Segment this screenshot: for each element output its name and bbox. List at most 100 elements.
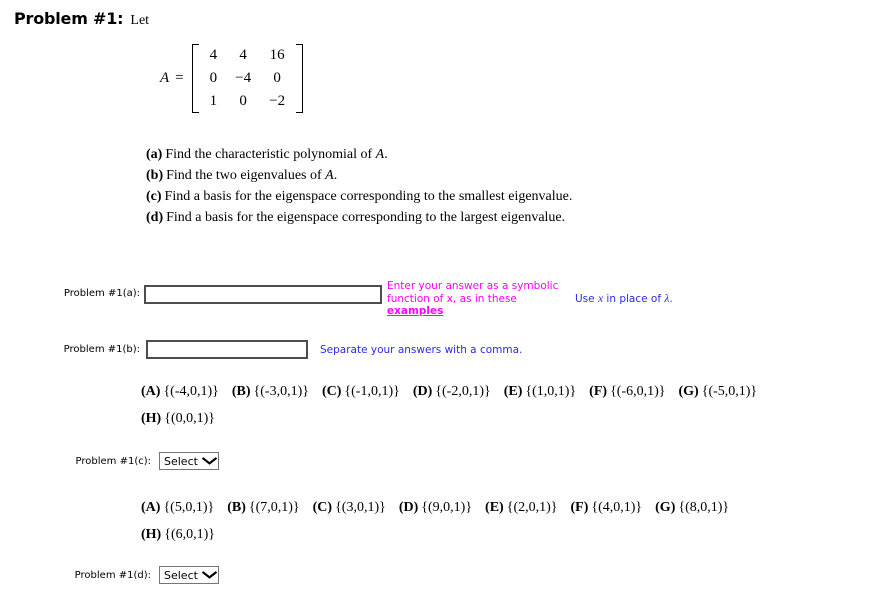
- choice-value: {(3,0,1)}: [335, 500, 386, 515]
- subquestion-text-end: .: [384, 147, 388, 162]
- choice-option-c-h[interactable]: (H) {(0,0,1)}: [141, 405, 215, 432]
- choice-option-c-d[interactable]: (D) {(-2,0,1)}: [413, 378, 491, 405]
- subquestion-d: (d) Find a basis for the eigenspace corre…: [146, 207, 572, 228]
- choice-option-d-d[interactable]: (D) {(9,0,1)}: [399, 494, 472, 521]
- choice-option-c-c[interactable]: (C) {(-1,0,1)}: [322, 378, 400, 405]
- choice-option-d-a[interactable]: (A) {(5,0,1)}: [141, 494, 214, 521]
- choices-row: (A) {(-4,0,1)} (B) {(-3,0,1)} (C) {(-1,0,1)}(…: [141, 378, 871, 405]
- choices-block-d: (A) {(5,0,1)} (B) {(7,0,1)} (C) {(3,0,1)} (D){…: [141, 494, 871, 548]
- choice-option-d-e[interactable]: (E) {(2,0,1)}: [485, 494, 557, 521]
- matrix-cell: 4: [209, 47, 218, 63]
- choice-value: {(0,0,1)}: [164, 411, 215, 426]
- choice-key: (C): [321, 384, 342, 399]
- chevron-down-icon: [202, 571, 217, 579]
- choice-key: (G): [655, 500, 676, 515]
- answer-select-d[interactable]: Select: [159, 566, 219, 584]
- choice-key: (F): [589, 384, 608, 399]
- matrix-body: 4 4 16 0 −4 0 1 0 −2: [191, 44, 304, 113]
- subquestion-c: (c) Find a basis for the eigenspace corre…: [146, 186, 572, 207]
- answer-label-b: Problem #1(b):: [63, 344, 140, 355]
- hint-line-2: function of x, as in these: [387, 292, 517, 305]
- answer-label-a: Problem #1(a):: [63, 288, 140, 299]
- choice-value: {(-5,0,1)}: [701, 384, 758, 399]
- choice-option-c-a[interactable]: (A) {(-4,0,1)}: [141, 378, 219, 405]
- choice-option-c-b[interactable]: (B) {(-3,0,1)}: [232, 378, 309, 405]
- choice-option-c-e[interactable]: (E) {(1,0,1)}: [504, 378, 576, 405]
- answer-row-b: Problem #1(b): Separate your answers wit…: [58, 340, 522, 359]
- answer-row-c: Problem #1(c): Select: [71, 452, 219, 470]
- choice-value: {(4,0,1)}: [591, 500, 643, 515]
- equals-sign: =: [175, 70, 184, 86]
- choice-option-d-b[interactable]: (B) {(7,0,1)}: [227, 494, 299, 521]
- choice-value: {(6,0,1)}: [164, 527, 215, 542]
- right-bracket-icon: [296, 44, 304, 113]
- subquestion-text: Find a basis for the eigenspace correspo…: [166, 210, 566, 225]
- subquestion-text: Find the two eigenvalues of: [166, 168, 322, 183]
- lambda-hint-prefix: Use: [575, 293, 598, 305]
- choices-row: (H) {(6,0,1)}: [141, 521, 871, 548]
- matrix-cell: 0: [209, 70, 218, 86]
- choice-key: (A): [141, 500, 161, 515]
- choice-option-d-g[interactable]: (G) {(8,0,1)}: [655, 494, 729, 521]
- choice-value: {(1,0,1)}: [525, 384, 577, 399]
- choice-option-d-f[interactable]: (F) {(4,0,1)}: [570, 494, 642, 521]
- choice-value: {(2,0,1)}: [506, 500, 558, 515]
- left-bracket-icon: [191, 44, 199, 113]
- answer-hint-b: Separate your answers with a comma.: [320, 343, 523, 356]
- choice-key: (D): [398, 500, 419, 515]
- choice-key: (A): [141, 384, 161, 399]
- problem-intro-text: Let: [130, 13, 150, 28]
- choice-value: {(-1,0,1)}: [344, 384, 400, 399]
- choice-option-c-f[interactable]: (F) {(-6,0,1)}: [589, 378, 665, 405]
- subquestion-b: (b) Find the two eigenvalues of A.: [146, 165, 572, 186]
- matrix-cell: 1: [209, 93, 218, 109]
- matrix-cell: 4: [239, 47, 247, 63]
- select-value: Select: [164, 568, 198, 582]
- subquestion-label: (b): [146, 168, 164, 183]
- choice-key: (H): [141, 527, 162, 542]
- matrix-grid: 4 4 16 0 −4 0 1 0 −2: [201, 44, 294, 113]
- choice-option-c-g[interactable]: (G) {(-5,0,1)}: [679, 378, 758, 405]
- choice-value: {(-3,0,1)}: [253, 384, 309, 399]
- chevron-down-icon: [202, 457, 217, 465]
- matrix-cell: 0: [239, 93, 247, 109]
- choice-key: (B): [231, 384, 251, 399]
- subquestion-label: (a): [146, 147, 163, 162]
- choice-value: {(8,0,1)}: [678, 500, 730, 515]
- choices-block-c: (A) {(-4,0,1)} (B) {(-3,0,1)} (C) {(-1,0,1)}(…: [141, 378, 871, 432]
- choice-key: (E): [503, 384, 523, 399]
- choice-key: (H): [141, 411, 162, 426]
- answer-input-b[interactable]: [146, 340, 308, 359]
- lambda-hint: Use x in place of λ.: [575, 293, 673, 305]
- matrix-cell: 16: [269, 47, 285, 63]
- matrix-cell: −4: [235, 70, 252, 86]
- answer-input-a[interactable]: [144, 285, 382, 304]
- matrix-equation: A = 4 4 16 0 −4 0 1 0 −2: [160, 44, 304, 113]
- subquestion-label: (c): [146, 189, 162, 204]
- select-value: Select: [164, 454, 198, 468]
- subquestion-a: (a) Find the characteristic polynomial of…: [146, 144, 572, 165]
- lambda-hint-suffix: .: [669, 293, 673, 305]
- choices-row: (H) {(0,0,1)}: [141, 405, 871, 432]
- lambda-hint-middle: in place of: [603, 293, 665, 305]
- answer-row-d: Problem #1(d): Select: [71, 566, 219, 584]
- answer-hint-a: Enter your answer as a symbolic function…: [387, 280, 569, 318]
- page-title: Problem #1:: [14, 9, 124, 28]
- choice-value: {(-2,0,1)}: [435, 384, 491, 399]
- choices-row: (A) {(5,0,1)} (B) {(7,0,1)} (C) {(3,0,1)} (D){…: [141, 494, 871, 521]
- choice-key: (B): [227, 500, 246, 515]
- matrix-row: 0 −4 0: [201, 67, 294, 90]
- matrix-cell: 0: [273, 70, 281, 86]
- subquestion-text: Find the characteristic polynomial of: [165, 147, 373, 162]
- choice-key: (E): [485, 500, 504, 515]
- choice-option-d-c[interactable]: (C) {(3,0,1)}: [313, 494, 386, 521]
- examples-link[interactable]: examples: [387, 305, 443, 317]
- answer-label-d: Problem #1(d):: [74, 569, 151, 581]
- subquestion-text-end: .: [333, 168, 338, 183]
- matrix-variable-label: A: [160, 70, 170, 86]
- choice-value: {(-6,0,1)}: [610, 384, 666, 399]
- answer-select-c[interactable]: Select: [159, 452, 219, 470]
- answer-row-a: Problem #1(a): Enter your answer as a sy…: [58, 280, 673, 318]
- choice-option-d-h[interactable]: (H) {(6,0,1)}: [141, 521, 215, 548]
- choice-key: (C): [312, 500, 333, 515]
